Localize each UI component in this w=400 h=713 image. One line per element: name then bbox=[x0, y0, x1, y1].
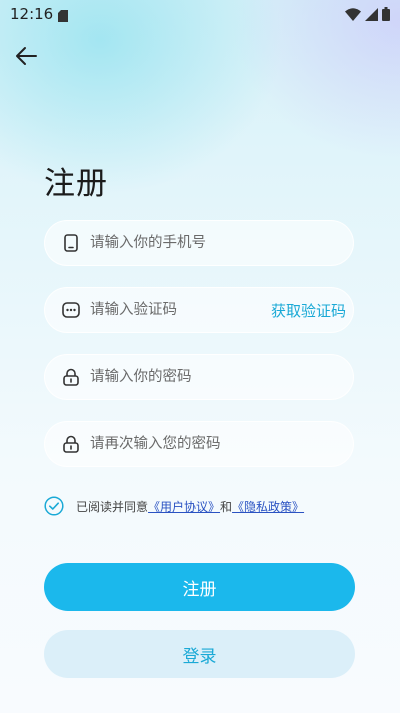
sim-icon bbox=[57, 7, 69, 22]
status-time: 12:16 bbox=[10, 5, 54, 23]
password-field[interactable] bbox=[44, 354, 354, 400]
message-icon bbox=[62, 301, 80, 319]
signal-icon bbox=[365, 6, 378, 25]
phone-input[interactable] bbox=[90, 221, 353, 265]
phone-field[interactable] bbox=[44, 220, 354, 266]
agreement-checkbox[interactable] bbox=[44, 496, 64, 516]
agreement-connector: 和 bbox=[220, 499, 233, 514]
register-button[interactable]: 注册 bbox=[44, 563, 355, 611]
phone-icon bbox=[62, 234, 80, 252]
lock-icon bbox=[62, 368, 80, 386]
status-icons bbox=[345, 6, 390, 25]
back-button[interactable] bbox=[14, 46, 38, 70]
confirm-password-input[interactable] bbox=[90, 422, 353, 466]
login-button[interactable]: 登录 bbox=[44, 630, 355, 678]
user-agreement-link[interactable]: 《用户协议》 bbox=[148, 498, 220, 515]
code-field[interactable]: 获取验证码 bbox=[44, 287, 354, 333]
check-circle-icon bbox=[44, 496, 64, 516]
back-arrow-icon bbox=[15, 46, 37, 70]
lock-icon bbox=[62, 435, 80, 453]
agreement-row: 已阅读并同意 《用户协议》 和 《隐私政策》 bbox=[44, 496, 304, 516]
privacy-policy-link[interactable]: 《隐私政策》 bbox=[232, 498, 304, 515]
confirm-password-field[interactable] bbox=[44, 421, 354, 467]
code-input[interactable] bbox=[90, 288, 271, 332]
battery-icon bbox=[382, 6, 390, 25]
wifi-icon bbox=[345, 6, 361, 25]
agreement-prefix: 已阅读并同意 bbox=[76, 499, 149, 514]
page-title: 注册 bbox=[44, 166, 108, 202]
password-input[interactable] bbox=[90, 355, 353, 399]
get-code-button[interactable]: 获取验证码 bbox=[271, 300, 346, 321]
status-bar: 12:16 bbox=[0, 0, 400, 28]
